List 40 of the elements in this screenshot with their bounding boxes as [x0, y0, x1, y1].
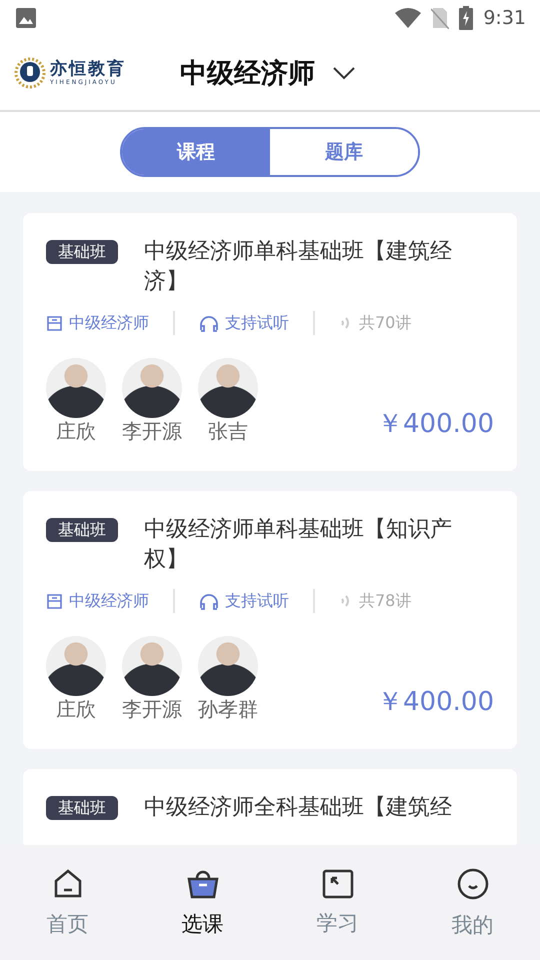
- book-icon: [46, 592, 63, 610]
- class-tag: 基础班: [46, 796, 118, 820]
- course-card[interactable]: 基础班 中级经济师单科基础班【建筑经济】 中级经济师 支持试听 共70讲 庄欣 李开源 张吉 ￥400.00: [23, 213, 517, 471]
- price: ￥400.00: [377, 408, 494, 441]
- teacher-name: 张吉: [208, 418, 248, 445]
- trial-label: 支持试听: [199, 312, 289, 334]
- teacher-name: 孙孝群: [198, 696, 258, 723]
- headphones-icon: [199, 314, 219, 332]
- trial-label: 支持试听: [199, 590, 289, 612]
- segment-tab[interactable]: 课程: [122, 129, 270, 175]
- course-card[interactable]: 基础班 中级经济师单科基础班【知识产权】 中级经济师 支持试听 共78讲 庄欣 李开源 孙孝群 ￥400.00: [23, 491, 517, 749]
- category-label: 中级经济师: [46, 312, 149, 334]
- no-sim-icon: [431, 7, 450, 29]
- image-icon: [16, 8, 36, 28]
- class-tag: 基础班: [46, 518, 118, 542]
- arrow-box-icon: [322, 868, 354, 898]
- battery-charging-icon: [459, 6, 474, 30]
- course-card[interactable]: 基础班 中级经济师全科基础班【建筑经: [23, 769, 517, 845]
- teacher-name: 李开源: [122, 696, 182, 723]
- page-title[interactable]: 中级经济师: [180, 55, 315, 91]
- lesson-count: 共70讲: [339, 312, 412, 334]
- logo-emblem-icon: [14, 57, 46, 89]
- logo-text: 亦恒教育: [50, 60, 126, 79]
- teacher-name: 庄欣: [56, 418, 96, 445]
- course-title: 中级经济师单科基础班【知识产权】: [144, 516, 453, 574]
- teacher-name: 李开源: [122, 418, 182, 445]
- course-title: 中级经济师全科基础班【建筑经: [144, 794, 452, 822]
- teacher-name: 庄欣: [56, 696, 96, 723]
- headphones-icon: [199, 592, 219, 610]
- class-tag: 基础班: [46, 240, 118, 264]
- smiley-icon: [456, 866, 490, 900]
- book-icon: [46, 314, 63, 332]
- chevron-down-icon[interactable]: [333, 66, 355, 80]
- nav-tab[interactable]: 选课: [135, 845, 270, 960]
- wifi-icon: [395, 8, 422, 28]
- course-title: 中级经济师单科基础班【建筑经济】: [144, 238, 453, 296]
- price: ￥400.00: [377, 686, 494, 719]
- category-label: 中级经济师: [46, 590, 149, 612]
- status-time: 9:31: [483, 7, 526, 29]
- lesson-count: 共78讲: [339, 590, 412, 612]
